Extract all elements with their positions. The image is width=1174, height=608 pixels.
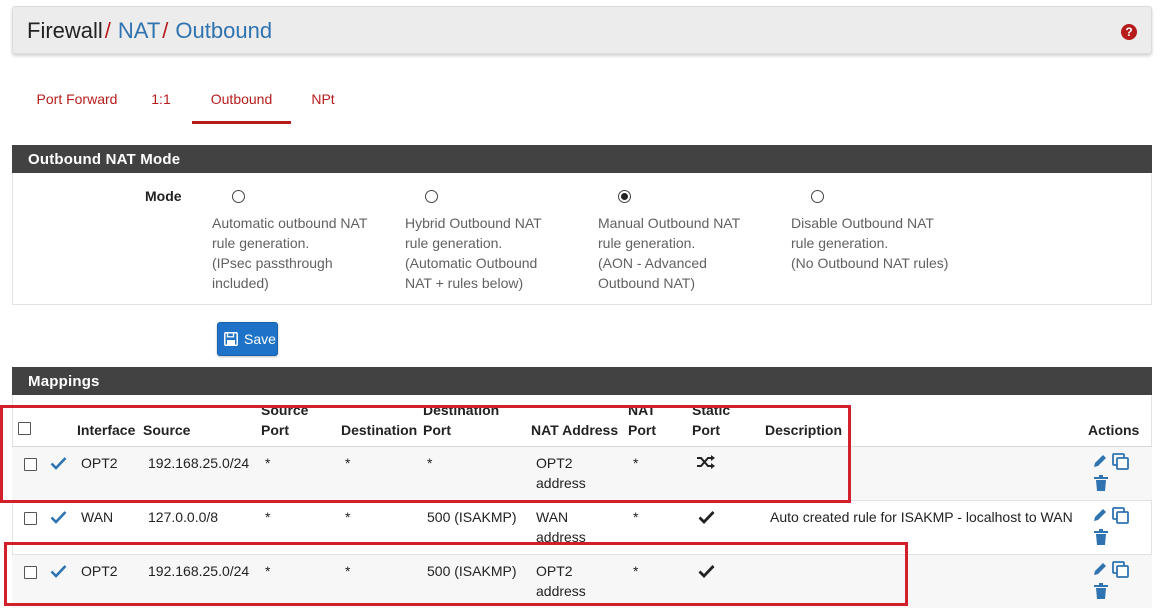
mode-radio-manual[interactable]: [618, 190, 631, 203]
row-description: Auto created rule for ISAKMP - localhost…: [770, 509, 1073, 525]
mode-option-hybrid: Hybrid Outbound NAT rule generation. (Au…: [405, 187, 585, 293]
mode-option-disable: Disable Outbound NAT rule generation. (N…: [791, 187, 971, 273]
row-checkbox[interactable]: [24, 566, 37, 579]
row-source-port: *: [265, 509, 271, 525]
tab-npt[interactable]: NPt: [302, 80, 344, 124]
row-nat-address: OPT2 address: [536, 563, 586, 599]
row-destination: *: [345, 563, 351, 579]
row-destination-port: 500 (ISAKMP): [427, 509, 517, 525]
pencil-icon[interactable]: [1092, 507, 1108, 523]
breadcrumb-outbound[interactable]: Outbound: [175, 18, 272, 43]
table-row: OPT2 192.168.25.0/24 * * * OPT2 address …: [12, 447, 1152, 501]
row-nat-address: WAN address: [536, 509, 586, 545]
row-checkbox[interactable]: [24, 512, 37, 525]
row-source: 127.0.0.0/8: [148, 509, 219, 525]
row-source: 192.168.25.0/24: [148, 563, 250, 579]
mode-radio-disable[interactable]: [811, 190, 824, 203]
enabled-check-icon[interactable]: [50, 456, 67, 470]
row-source-port: *: [265, 563, 271, 579]
col-interface[interactable]: Interface: [77, 420, 135, 440]
table-row: WAN 127.0.0.0/8 * * 500 (ISAKMP) WAN add…: [12, 501, 1152, 555]
row-destination: *: [345, 455, 351, 471]
mappings-panel-title: Mappings: [12, 367, 1152, 395]
mode-desc-manual: Manual Outbound NAT rule generation. (AO…: [598, 215, 741, 291]
trash-icon[interactable]: [1094, 475, 1108, 491]
row-nat-port: *: [633, 509, 639, 525]
mode-panel: Mode Automatic outbound NAT rule generat…: [12, 173, 1152, 305]
breadcrumb-nat[interactable]: NAT: [118, 18, 160, 43]
check-icon: [698, 565, 715, 578]
pencil-icon[interactable]: [1092, 453, 1108, 469]
row-interface: OPT2: [81, 455, 118, 471]
mode-option-manual: Manual Outbound NAT rule generation. (AO…: [598, 187, 778, 293]
enabled-check-icon[interactable]: [50, 564, 67, 578]
select-all-checkbox[interactable]: [18, 422, 31, 435]
breadcrumb-separator: /: [162, 18, 169, 43]
copy-icon[interactable]: [1112, 561, 1130, 579]
row-interface: WAN: [81, 509, 114, 525]
row-nat-address: OPT2 address: [536, 455, 586, 491]
col-destination[interactable]: Destination: [341, 420, 417, 440]
mode-desc-hybrid: Hybrid Outbound NAT rule generation. (Au…: [405, 215, 542, 291]
trash-icon[interactable]: [1094, 583, 1108, 599]
breadcrumb: Firewall/NAT/Outbound: [27, 18, 272, 44]
row-actions: [1092, 507, 1132, 547]
breadcrumb-separator: /: [104, 18, 111, 43]
check-icon: [698, 511, 715, 524]
row-destination: *: [345, 509, 351, 525]
col-source[interactable]: Source: [143, 420, 190, 440]
col-destination-port-line1[interactable]: Destination: [423, 400, 499, 420]
col-source-port-line2[interactable]: Port: [261, 420, 289, 440]
col-static-port-line1[interactable]: Static: [692, 400, 730, 420]
row-checkbox[interactable]: [24, 458, 37, 471]
col-static-port-line2[interactable]: Port: [692, 420, 720, 440]
col-source-port-line1[interactable]: Source: [261, 400, 308, 420]
pencil-icon[interactable]: [1092, 561, 1108, 577]
col-actions: Actions: [1088, 422, 1140, 438]
col-description[interactable]: Description: [765, 420, 842, 440]
row-actions: [1092, 453, 1132, 493]
row-actions: [1092, 561, 1132, 601]
enabled-check-icon[interactable]: [50, 510, 67, 524]
col-nat-port-line1[interactable]: NAT: [628, 400, 656, 420]
mode-radio-hybrid[interactable]: [425, 190, 438, 203]
mode-panel-title: Outbound NAT Mode: [12, 145, 1152, 173]
copy-icon[interactable]: [1112, 507, 1130, 525]
trash-icon[interactable]: [1094, 529, 1108, 545]
row-nat-port: *: [633, 455, 639, 471]
tab-port-forward[interactable]: Port Forward: [18, 80, 136, 124]
row-nat-port: *: [633, 563, 639, 579]
row-destination-port: *: [427, 455, 433, 471]
col-nat-port-line2[interactable]: Port: [628, 420, 656, 440]
row-source: 192.168.25.0/24: [148, 455, 250, 471]
tab-one-to-one[interactable]: 1:1: [142, 80, 180, 124]
floppy-disk-icon: [224, 332, 238, 346]
mode-option-automatic: Automatic outbound NAT rule generation. …: [212, 187, 392, 293]
col-destination-port-line2[interactable]: Port: [423, 420, 451, 440]
mode-label: Mode: [145, 188, 182, 204]
col-nat-address[interactable]: NAT Address: [531, 420, 618, 440]
breadcrumb-bar: Firewall/NAT/Outbound ?: [12, 6, 1152, 54]
mode-desc-automatic: Automatic outbound NAT rule generation. …: [212, 215, 368, 291]
save-button[interactable]: Save: [217, 322, 278, 356]
row-destination-port: 500 (ISAKMP): [427, 563, 517, 579]
row-source-port: *: [265, 455, 271, 471]
help-icon[interactable]: ?: [1121, 24, 1137, 40]
save-button-label: Save: [244, 331, 276, 347]
breadcrumb-firewall[interactable]: Firewall: [27, 18, 103, 43]
table-row: OPT2 192.168.25.0/24 * * 500 (ISAKMP) OP…: [12, 555, 1152, 608]
mode-radio-automatic[interactable]: [232, 190, 245, 203]
mode-desc-disable: Disable Outbound NAT rule generation. (N…: [791, 215, 949, 271]
copy-icon[interactable]: [1112, 453, 1130, 471]
tab-outbound[interactable]: Outbound: [192, 80, 291, 124]
shuffle-icon: [697, 455, 715, 469]
row-interface: OPT2: [81, 563, 118, 579]
